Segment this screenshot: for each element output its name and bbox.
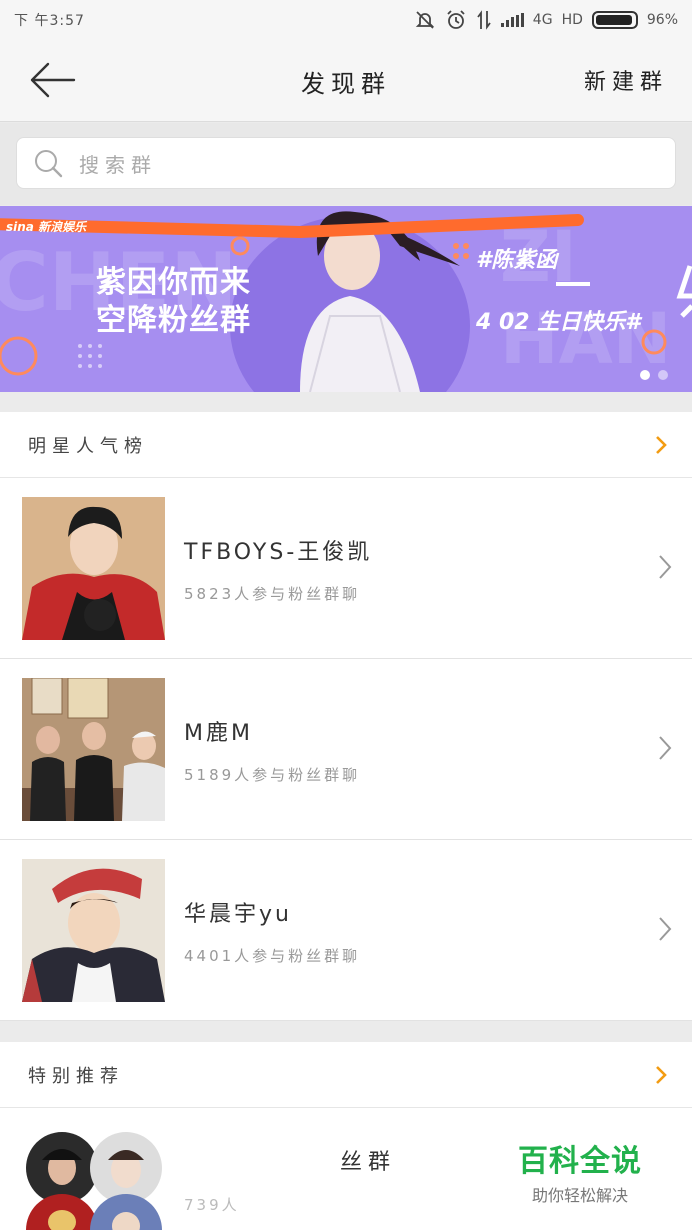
banner-slogan-line1: 紫因你而来 — [96, 265, 251, 300]
search-area: 搜索群 — [0, 123, 692, 205]
group-name: M鹿M — [184, 721, 253, 746]
list-item[interactable]: 华晨宇yu 4401人参与粉丝群聊 — [0, 840, 692, 1021]
banner-page-dot[interactable] — [658, 370, 668, 380]
group-name: 华晨宇yu — [184, 902, 292, 927]
banner-brand-logo: sina 新浪娱乐 — [6, 220, 87, 234]
status-bar: 下 午3:57 4G HD 96% — [0, 0, 692, 40]
battery-icon — [591, 11, 638, 29]
list-item[interactable]: M鹿M 5189人参与粉丝群聊 — [0, 659, 692, 840]
mute-bell-icon — [415, 11, 434, 29]
chevron-right-icon — [659, 736, 672, 760]
nav-bar: 发现群 新建群 — [0, 40, 692, 122]
star-ranking-header[interactable]: 明星人气榜 — [0, 412, 692, 478]
special-recommend-header[interactable]: 特别推荐 — [0, 1042, 692, 1108]
status-time: 下 午3:57 — [14, 13, 85, 29]
group-avatar-collage — [22, 1130, 167, 1230]
chevron-right-icon — [659, 917, 672, 941]
hd-indicator: HD — [561, 12, 583, 28]
banner-hashtag: #陈紫函 — [476, 248, 558, 273]
banner-page-dot-active[interactable] — [640, 370, 650, 380]
watermark: 百科全说 助你轻松解决 — [500, 1136, 660, 1206]
new-group-button[interactable]: 新建群 — [584, 64, 668, 96]
signal-icon — [500, 13, 524, 27]
search-input[interactable]: 搜索群 — [16, 137, 676, 189]
group-stats: 5823人参与粉丝群聊 — [184, 585, 361, 603]
battery-percent: 96% — [646, 12, 678, 28]
banner-slogan: 紫因你而来 空降粉丝群 — [96, 264, 251, 340]
watermark-title: 百科全说 — [518, 1144, 642, 1179]
banner-birthday-text: 4 02 生日快乐# — [476, 310, 641, 335]
section-title: 明星人气榜 — [28, 435, 148, 457]
avatar — [22, 497, 165, 640]
group-stats: 4401人参与粉丝群聊 — [184, 947, 361, 965]
group-stats: 5189人参与粉丝群聊 — [184, 766, 361, 784]
occluding-overlay — [258, 1108, 324, 1188]
group-name: TFBOYS-王俊凯 — [184, 540, 373, 565]
star-ranking-section: 明星人气榜 TFBOYS-王俊凯 5823人参与粉丝群聊 M鹿M 5189人参与… — [0, 412, 692, 1021]
group-stats-partial: 739人 — [184, 1196, 240, 1214]
list-item[interactable]: TFBOYS-王俊凯 5823人参与粉丝群聊 — [0, 478, 692, 659]
alarm-icon — [447, 10, 465, 29]
search-placeholder: 搜索群 — [79, 152, 157, 177]
section-title: 特别推荐 — [28, 1065, 124, 1087]
watermark-subtitle: 助你轻松解决 — [531, 1186, 628, 1205]
network-type: 4G — [532, 12, 553, 28]
search-icon — [35, 150, 63, 178]
group-name-partial: 丝群 — [340, 1150, 397, 1175]
avatar — [22, 859, 165, 1002]
avatar — [22, 678, 165, 821]
chevron-right-icon — [656, 435, 667, 454]
chevron-right-icon — [656, 1065, 667, 1084]
promo-banner[interactable]: CHEN ZI HAN sina 新浪娱乐 紫因你而来 空降粉丝群 #陈紫函 4… — [0, 206, 692, 392]
chevron-right-icon — [659, 555, 672, 579]
banner-slogan-line2: 空降粉丝群 — [96, 303, 251, 338]
data-transfer-icon — [477, 10, 491, 30]
